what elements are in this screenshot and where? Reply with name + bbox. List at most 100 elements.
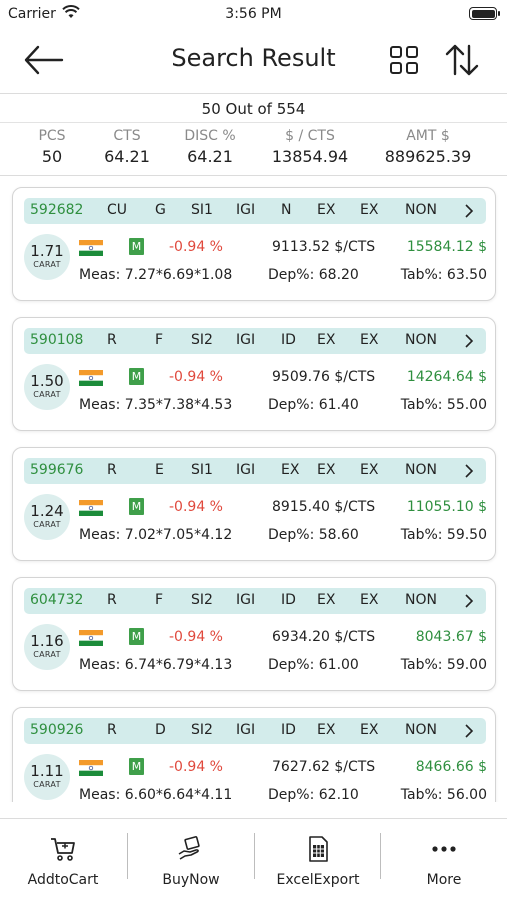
excel-export-button[interactable]: ExcelExport xyxy=(255,819,381,900)
stat-amount: AMT $ 889625.39 xyxy=(372,128,484,166)
measurements: Meas: 6.74*6.79*4.13 xyxy=(79,657,233,673)
polish-grade: EX xyxy=(317,592,336,608)
lab: IGI xyxy=(236,722,256,738)
color-grade: D xyxy=(155,722,166,738)
cut-grade: ID xyxy=(281,592,296,608)
m-badge: M xyxy=(129,238,144,255)
india-flag-icon xyxy=(79,240,103,256)
amount: 8466.66 $ xyxy=(415,759,487,775)
stat-label: PCS xyxy=(38,128,66,144)
stock-id[interactable]: 604732 xyxy=(30,592,83,608)
carat-badge: 1.71 CARAT xyxy=(24,234,70,280)
polish-grade: EX xyxy=(317,722,336,738)
result-card[interactable]: 592682 CU G SI1 IGI N EX EX NON 1.71 CAR… xyxy=(12,187,496,301)
grid-view-icon[interactable] xyxy=(388,44,420,76)
clarity-grade: SI1 xyxy=(191,462,213,478)
stone-attributes-strip: 599676 R E SI1 IGI EX EX EX NON xyxy=(24,458,486,484)
stat-price-per-carat: $ / CTS 13854.94 xyxy=(262,128,358,166)
chevron-right-icon[interactable] xyxy=(462,334,476,348)
tab-label: ExcelExport xyxy=(276,872,360,888)
result-card[interactable]: 590926 R D SI2 IGI ID EX EX NON 1.11 CAR… xyxy=(12,707,496,802)
more-button[interactable]: More xyxy=(381,819,507,900)
clarity-grade: SI2 xyxy=(191,592,213,608)
india-flag-icon xyxy=(79,370,103,386)
stat-label: AMT $ xyxy=(406,128,450,144)
symmetry-grade: EX xyxy=(360,202,379,218)
stock-id[interactable]: 592682 xyxy=(30,202,83,218)
carat-unit: CARAT xyxy=(33,650,61,659)
symmetry-grade: EX xyxy=(360,722,379,738)
amount: 15584.12 $ xyxy=(406,239,487,255)
m-badge: M xyxy=(129,628,144,645)
carat-value: 1.16 xyxy=(30,632,64,650)
result-card[interactable]: 599676 R E SI1 IGI EX EX EX NON 1.24 CAR… xyxy=(12,447,496,561)
cut-grade: ID xyxy=(281,332,296,348)
india-flag-icon xyxy=(79,630,103,646)
fluorescence: NON xyxy=(405,332,437,348)
sort-icon[interactable] xyxy=(444,43,480,77)
table-percent: Tab%: 55.00 xyxy=(400,397,487,413)
depth-percent: Dep%: 68.20 xyxy=(268,267,359,283)
stock-id[interactable]: 590926 xyxy=(30,722,83,738)
shape: R xyxy=(107,462,117,478)
divider xyxy=(0,122,507,123)
table-percent: Tab%: 59.00 xyxy=(400,657,487,673)
shape: R xyxy=(107,592,117,608)
result-card[interactable]: 604732 R F SI2 IGI ID EX EX NON 1.16 CAR… xyxy=(12,577,496,691)
symmetry-grade: EX xyxy=(360,462,379,478)
shape: CU xyxy=(107,202,128,218)
chevron-right-icon[interactable] xyxy=(462,594,476,608)
color-grade: F xyxy=(155,592,164,608)
stock-id[interactable]: 590108 xyxy=(30,332,83,348)
symmetry-grade: EX xyxy=(360,592,379,608)
chevron-right-icon[interactable] xyxy=(462,204,476,218)
india-flag-icon xyxy=(79,500,103,516)
table-percent: Tab%: 59.50 xyxy=(400,527,487,543)
stat-value: 64.21 xyxy=(187,147,233,166)
india-flag-icon xyxy=(79,760,103,776)
price-per-carat: 9509.76 $/CTS xyxy=(272,369,376,385)
stock-id[interactable]: 599676 xyxy=(30,462,83,478)
result-card[interactable]: 590108 R F SI2 IGI ID EX EX NON 1.50 CAR… xyxy=(12,317,496,431)
stat-label: $ / CTS xyxy=(285,128,335,144)
color-grade: G xyxy=(155,202,166,218)
amount: 11055.10 $ xyxy=(406,499,487,515)
buy-icon xyxy=(178,836,200,860)
stat-value: 64.21 xyxy=(104,147,150,166)
lab: IGI xyxy=(236,592,256,608)
price-per-carat: 8915.40 $/CTS xyxy=(272,499,376,515)
tab-label: AddtoCart xyxy=(27,872,99,888)
stat-label: DISC % xyxy=(184,128,236,144)
cut-grade: EX xyxy=(281,462,300,478)
m-badge: M xyxy=(129,498,144,515)
carat-badge: 1.50 CARAT xyxy=(24,364,70,410)
results-list[interactable]: 592682 CU G SI1 IGI N EX EX NON 1.71 CAR… xyxy=(0,177,507,802)
stat-label: CTS xyxy=(113,128,141,144)
cart-icon xyxy=(51,838,75,861)
fluorescence: NON xyxy=(405,202,437,218)
carat-value: 1.11 xyxy=(30,762,64,780)
chevron-right-icon[interactable] xyxy=(462,724,476,738)
buy-now-button[interactable]: BuyNow xyxy=(128,819,254,900)
carat-unit: CARAT xyxy=(33,390,61,399)
color-grade: F xyxy=(155,332,164,348)
polish-grade: EX xyxy=(317,462,336,478)
carat-value: 1.24 xyxy=(30,502,64,520)
stat-pcs: PCS 50 xyxy=(22,128,82,166)
carat-unit: CARAT xyxy=(33,780,61,789)
clock: 3:56 PM xyxy=(225,6,282,22)
carat-badge: 1.24 CARAT xyxy=(24,494,70,540)
lab: IGI xyxy=(236,332,256,348)
amount: 14264.64 $ xyxy=(406,369,487,385)
carat-badge: 1.16 CARAT xyxy=(24,624,70,670)
shape: R xyxy=(107,722,117,738)
stat-value: 889625.39 xyxy=(384,147,472,166)
battery-icon xyxy=(469,7,500,20)
carat-unit: CARAT xyxy=(33,520,61,529)
stat-cts: CTS 64.21 xyxy=(92,128,162,166)
stone-attributes-strip: 592682 CU G SI1 IGI N EX EX NON xyxy=(24,198,486,224)
add-to-cart-button[interactable]: AddtoCart xyxy=(0,819,126,900)
clarity-grade: SI2 xyxy=(191,332,213,348)
chevron-right-icon[interactable] xyxy=(462,464,476,478)
status-bar: Carrier 3:56 PM xyxy=(0,0,507,30)
